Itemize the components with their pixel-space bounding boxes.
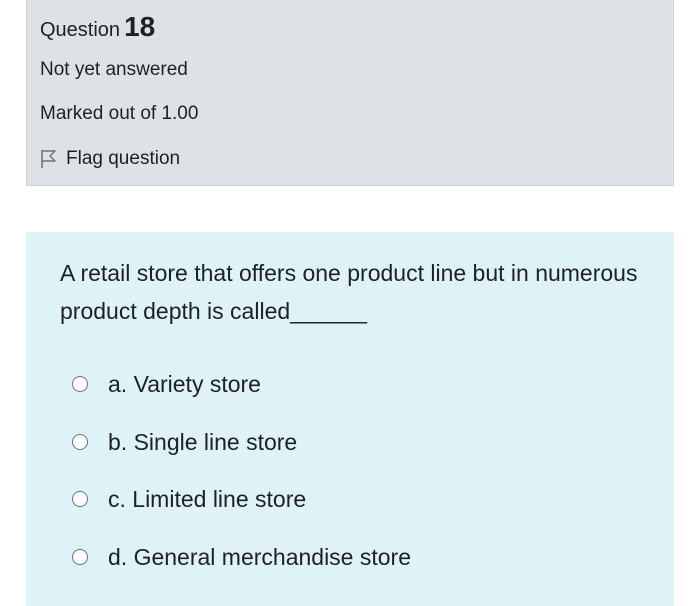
flag-icon[interactable] xyxy=(40,149,58,169)
radio-icon[interactable] xyxy=(72,549,88,565)
flag-question-link[interactable]: Flag question xyxy=(40,147,180,171)
radio-icon[interactable] xyxy=(72,491,88,507)
radio-icon[interactable] xyxy=(72,434,88,450)
question-info-panel: Question 18 Not yet answered Marked out o… xyxy=(26,0,674,186)
answer-option-a[interactable]: a. Variety store xyxy=(72,369,261,399)
answer-label: d. General merchandise store xyxy=(108,544,411,570)
flag-question-label: Flag question xyxy=(66,148,181,169)
question-status: Not yet answered xyxy=(40,59,188,80)
answer-option-d[interactable]: d. General merchandise store xyxy=(72,542,411,572)
question-label: Question xyxy=(40,19,121,41)
answer-label: a. Variety store xyxy=(108,371,261,397)
answer-label: c. Limited line store xyxy=(108,486,307,512)
answer-option-c[interactable]: c. Limited line store xyxy=(72,484,306,514)
question-marks: Marked out of 1.00 xyxy=(40,103,199,124)
answer-option-b[interactable]: b. Single line store xyxy=(72,427,297,457)
question-text: A retail store that offers one product l… xyxy=(60,260,638,324)
radio-icon[interactable] xyxy=(72,376,88,392)
question-number: 18 xyxy=(124,11,156,42)
question-content-panel: A retail store that offers one product l… xyxy=(26,232,674,606)
question-title: Question 18 xyxy=(40,12,155,45)
answer-label: b. Single line store xyxy=(108,429,298,455)
